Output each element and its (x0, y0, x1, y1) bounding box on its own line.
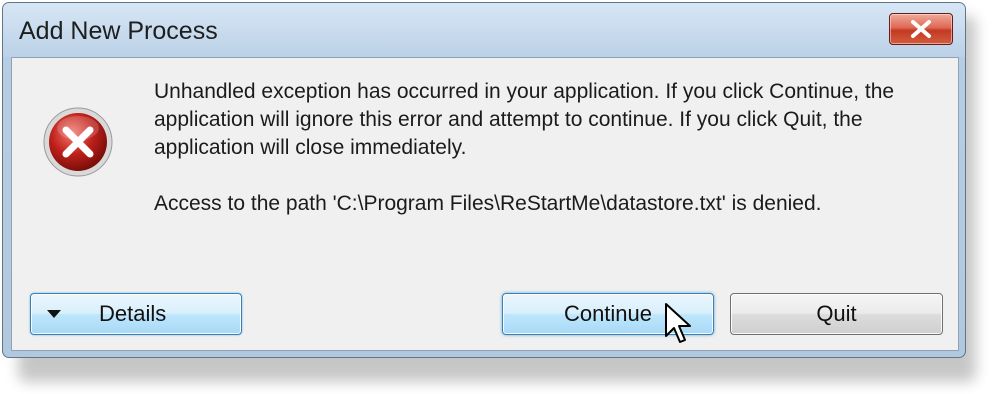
quit-button-label: Quit (816, 301, 857, 326)
mouse-pointer-icon (665, 303, 691, 343)
continue-button-label: Continue (563, 301, 653, 326)
window-title: Add New Process (19, 17, 218, 45)
error-message: Unhandled exception has occurred in your… (154, 80, 895, 159)
quit-button[interactable]: Quit (730, 293, 943, 335)
dialog-window: Add New Process Unhandled exception has … (2, 2, 966, 358)
title-bar[interactable]: Add New Process (3, 3, 965, 57)
close-icon (911, 20, 931, 38)
details-button-label: Details (99, 301, 167, 326)
dialog-content: Unhandled exception has occurred in your… (11, 57, 959, 351)
close-button[interactable] (889, 13, 953, 45)
details-button[interactable]: Details (30, 293, 242, 335)
dropdown-arrow-icon (47, 310, 61, 318)
error-icon (43, 107, 113, 177)
error-detail: Access to the path 'C:\Program Files\ReS… (154, 192, 822, 215)
